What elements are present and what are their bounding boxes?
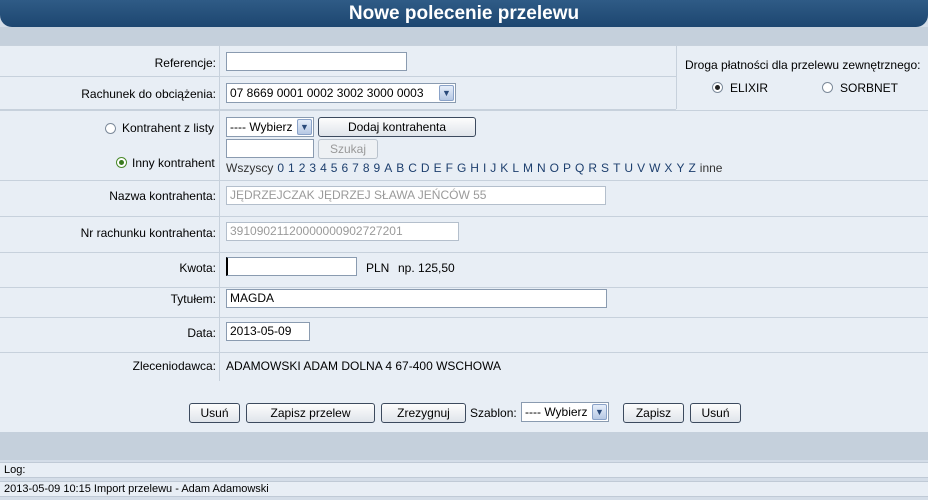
zleceniodawca-value: ADAMOWSKI ADAM DOLNA 4 67-400 WSCHOWA <box>226 359 501 373</box>
alphabet-link[interactable]: inne <box>700 161 723 175</box>
alphabet-link[interactable]: D <box>421 161 430 175</box>
alphabet-link[interactable]: 9 <box>374 161 381 175</box>
kontrahent-select-value: ---- Wybierz <box>230 120 293 134</box>
referencje-label: Referencje: <box>154 56 216 70</box>
nazwa-label: Nazwa kontrahenta: <box>109 189 216 203</box>
data-label: Data: <box>187 326 216 340</box>
alphabet-link[interactable]: 7 <box>352 161 359 175</box>
usun-szablon-button[interactable]: Usuń <box>690 403 741 423</box>
alphabet-link[interactable]: 2 <box>299 161 306 175</box>
elixir-radio[interactable] <box>712 82 723 93</box>
rachunek-select[interactable]: 07 8669 0001 0002 3002 3000 0003 ▼ <box>226 83 456 103</box>
szablon-select[interactable]: ---- Wybierz ▼ <box>521 402 609 422</box>
nr-rachunku-label: Nr rachunku kontrahenta: <box>80 226 216 240</box>
alphabet-link[interactable]: X <box>664 161 672 175</box>
alphabet-link[interactable]: 3 <box>309 161 316 175</box>
alphabet-link[interactable]: 5 <box>331 161 338 175</box>
alphabet-link[interactable]: V <box>637 161 645 175</box>
alphabet-link[interactable]: L <box>512 161 519 175</box>
szukaj-input[interactable] <box>226 139 314 158</box>
rachunek-value: 07 8669 0001 0002 3002 3000 0003 <box>230 86 424 100</box>
alphabet-link[interactable]: O <box>550 161 559 175</box>
alphabet-link[interactable]: G <box>457 161 466 175</box>
kwota-label: Kwota: <box>179 261 216 275</box>
usun-button[interactable]: Usuń <box>189 403 240 423</box>
currency-label: PLN <box>366 261 390 275</box>
tytul-input[interactable]: MAGDA <box>226 289 607 308</box>
log-entry: 2013-05-09 10:15 Import przelewu - Adam … <box>0 481 928 497</box>
alphabet-link[interactable]: F <box>446 161 453 175</box>
kwota-hint: np. 125,50 <box>398 261 455 275</box>
alphabet-link[interactable]: B <box>396 161 404 175</box>
alphabet-link[interactable]: U <box>624 161 633 175</box>
szukaj-button[interactable]: Szukaj <box>318 139 378 159</box>
zrezygnuj-button[interactable]: Zrezygnuj <box>381 403 466 423</box>
data-input[interactable]: 2013-05-09 <box>226 322 310 341</box>
alphabet-filter: Wszyscy 0 1 2 3 4 5 6 7 8 9 A B C D E F G H I J K L M N O P Q R S T U V W… <box>226 161 726 175</box>
kontrahent-z-listy-radio[interactable] <box>105 123 116 134</box>
alphabet-link[interactable]: T <box>613 161 620 175</box>
alphabet-link[interactable]: W <box>649 161 660 175</box>
sorbnet-radio[interactable] <box>822 82 833 93</box>
alphabet-link[interactable]: J <box>490 161 496 175</box>
alphabet-link[interactable]: R <box>588 161 597 175</box>
elixir-label: ELIXIR <box>730 81 769 95</box>
alphabet-link[interactable]: K <box>500 161 508 175</box>
log-label: Log: <box>0 462 928 478</box>
alphabet-link[interactable]: C <box>408 161 417 175</box>
alphabet-link[interactable]: 8 <box>363 161 370 175</box>
nr-rachunku-input[interactable]: 39109021120000000902727201 <box>226 222 459 241</box>
page-title: Nowe polecenie przelewu <box>0 0 928 27</box>
tytul-label: Tytułem: <box>170 292 216 306</box>
alphabet-link[interactable]: 0 <box>277 161 284 175</box>
zapisz-button[interactable]: Zapisz <box>623 403 684 423</box>
zleceniodawca-label: Zleceniodawca: <box>132 359 216 373</box>
alphabet-link[interactable]: E <box>434 161 442 175</box>
alphabet-link[interactable]: A <box>384 161 392 175</box>
alphabet-link[interactable]: N <box>537 161 546 175</box>
alphabet-link[interactable]: S <box>601 161 609 175</box>
chevron-down-icon: ▼ <box>592 404 607 420</box>
szablon-select-value: ---- Wybierz <box>525 405 588 419</box>
szablon-label: Szablon: <box>470 406 517 420</box>
zapisz-przelew-button[interactable]: Zapisz przelew <box>246 403 375 423</box>
alphabet-link[interactable]: I <box>483 161 486 175</box>
kwota-input[interactable] <box>226 257 357 276</box>
header-band <box>0 27 928 45</box>
alphabet-link[interactable]: 1 <box>288 161 295 175</box>
alphabet-link[interactable]: 6 <box>341 161 348 175</box>
chevron-down-icon: ▼ <box>439 85 454 101</box>
alphabet-link[interactable]: Y <box>676 161 684 175</box>
kontrahent-z-listy-label: Kontrahent z listy <box>122 121 215 135</box>
inny-kontrahent-radio[interactable] <box>116 157 127 168</box>
payment-route-label: Droga płatności dla przelewu zewnętrzneg… <box>685 58 921 72</box>
alphabet-link[interactable]: 4 <box>320 161 327 175</box>
sorbnet-label: SORBNET <box>840 81 899 95</box>
inny-kontrahent-label: Inny kontrahent <box>132 156 215 170</box>
rachunek-label: Rachunek do obciążenia: <box>81 87 216 101</box>
alphabet-link[interactable]: M <box>523 161 533 175</box>
kontrahent-select[interactable]: ---- Wybierz ▼ <box>226 117 314 137</box>
nazwa-input[interactable]: JĘDRZEJCZAK JĘDRZEJ SŁAWA JEŃCÓW 55 <box>226 186 606 205</box>
referencje-input[interactable] <box>226 52 407 71</box>
alphabet-link[interactable]: Q <box>575 161 584 175</box>
footer-band <box>0 432 928 460</box>
alphabet-link[interactable]: Wszyscy <box>226 161 273 175</box>
dodaj-kontrahenta-button[interactable]: Dodaj kontrahenta <box>318 117 476 137</box>
alphabet-link[interactable]: P <box>563 161 571 175</box>
chevron-down-icon: ▼ <box>297 119 312 135</box>
alphabet-link[interactable]: H <box>470 161 479 175</box>
alphabet-link[interactable]: Z <box>688 161 695 175</box>
